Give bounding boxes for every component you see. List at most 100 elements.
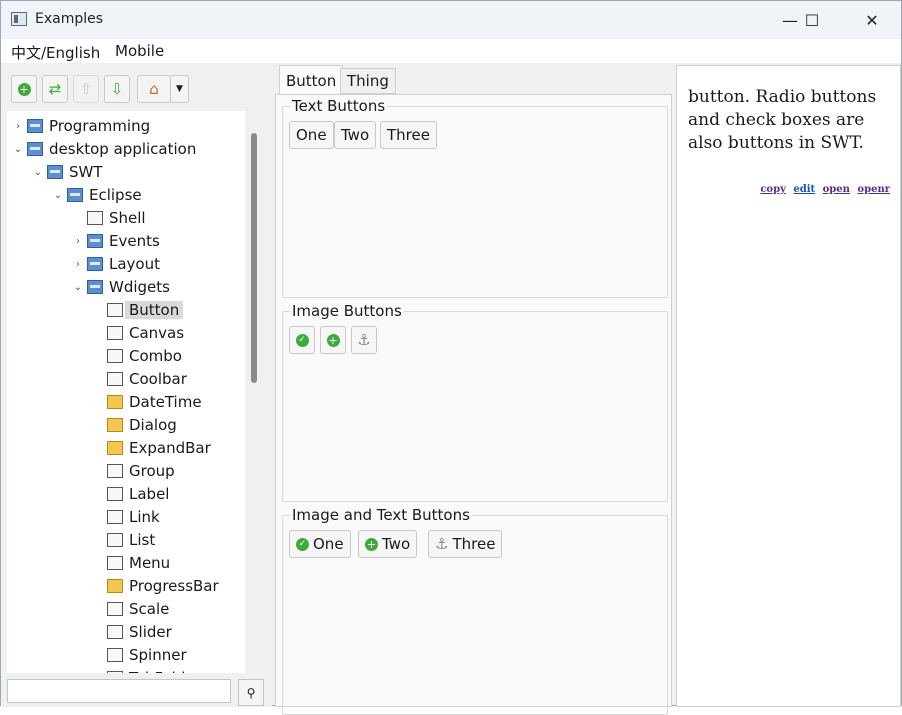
image-button-add[interactable]: + (320, 326, 346, 354)
widget-icon (107, 372, 123, 386)
tree-node[interactable]: ⌄ Wdigets (71, 276, 170, 298)
menu-language[interactable]: 中文/English (11, 42, 100, 63)
documentation-pane: button. Radio buttons and check boxes ar… (676, 65, 901, 707)
tree-node[interactable]: Combo (91, 345, 182, 367)
tab-button[interactable]: Button (279, 65, 344, 95)
up-arrow-icon: ⇧ (79, 80, 93, 98)
tree-node-label: SWT (69, 163, 103, 181)
widget-icon (107, 625, 123, 639)
tree-node-label: List (129, 531, 156, 549)
tree-node[interactable]: Scale (91, 598, 169, 620)
tree-node-label: DateTime (129, 393, 202, 411)
window-title: Examples (35, 11, 104, 27)
tree-node[interactable]: List (91, 529, 155, 551)
tree-node[interactable]: › Layout (71, 253, 160, 275)
tree-node-label: Events (109, 232, 160, 250)
check-icon: ✓ (295, 333, 309, 347)
home-dropdown-button[interactable]: ▼ (170, 75, 189, 103)
tree-node[interactable]: Dialog (91, 414, 177, 436)
tree-node[interactable]: Slider (91, 621, 172, 643)
collapse-chevron-icon[interactable]: ⌄ (51, 190, 65, 201)
tree-node[interactable]: Coolbar (91, 368, 187, 390)
navigation-pane: + ⇄ ⇧ ⇩ ⌂ ▼ › Programming ⌄ desktop applica… (1, 63, 272, 707)
tab-thing[interactable]: Thing (340, 68, 396, 94)
tree-node[interactable]: TabFolder (91, 667, 201, 673)
refresh-button[interactable]: ⇄ (42, 75, 68, 103)
tree-node[interactable]: Label (91, 483, 169, 505)
search-button[interactable]: ⚲ (238, 679, 264, 706)
down-arrow-icon: ⇩ (110, 80, 124, 98)
tree-node[interactable]: ⌄ SWT (31, 161, 103, 183)
html-page-icon (87, 257, 103, 271)
widget-icon (107, 533, 123, 547)
tree-node[interactable]: ⌄ desktop application (11, 138, 197, 160)
tree-node[interactable]: › Programming (11, 115, 150, 137)
tree-node-label: Scale (129, 600, 170, 618)
add-button[interactable]: + (11, 75, 37, 103)
tree-node-label: Programming (49, 117, 151, 135)
link-open[interactable]: open (823, 184, 850, 195)
tree-node[interactable]: Menu (91, 552, 170, 574)
image-text-button-three[interactable]: ⚓ Three (428, 530, 503, 558)
tree-node-label: Group (129, 462, 175, 480)
expand-chevron-icon[interactable]: › (71, 236, 85, 247)
dropdown-icon: ▼ (176, 84, 183, 94)
folder-icon (107, 441, 123, 455)
move-down-button[interactable]: ⇩ (104, 75, 130, 103)
tree-node[interactable]: ProgressBar (91, 575, 219, 597)
tree-node[interactable]: ⌄ Eclipse (51, 184, 142, 206)
tree-node[interactable]: Spinner (91, 644, 187, 666)
tab-panel: Text Buttons One Two Three Image Buttons… (275, 94, 672, 715)
tree-node-label: desktop application (49, 140, 197, 158)
text-button-two[interactable]: Two (334, 121, 377, 149)
tree-node-label: Eclipse (89, 186, 142, 204)
widget-pane: Button Thing Text Buttons One Two Three … (275, 65, 672, 715)
image-text-button-one[interactable]: ✓ One (289, 530, 351, 558)
maximize-button[interactable]: ☐ (789, 1, 835, 39)
collapse-chevron-icon[interactable]: ⌄ (71, 282, 85, 293)
tree-node[interactable]: Group (91, 460, 175, 482)
tree-node-label: Label (129, 485, 170, 503)
tree-node[interactable]: › Events (71, 230, 160, 252)
tree-node[interactable]: DateTime (91, 391, 202, 413)
expand-chevron-icon[interactable]: › (11, 121, 25, 132)
close-button[interactable]: ✕ (849, 1, 895, 39)
text-button-one[interactable]: One (289, 121, 334, 149)
tree-node[interactable]: Canvas (91, 322, 184, 344)
widget-icon (107, 349, 123, 363)
expand-chevron-icon[interactable]: › (71, 259, 85, 270)
search-input[interactable] (7, 679, 231, 703)
tree-node[interactable]: ExpandBar (91, 437, 211, 459)
tree-node[interactable]: Button (91, 299, 184, 321)
collapse-chevron-icon[interactable]: ⌄ (11, 144, 25, 155)
html-page-icon (27, 142, 43, 156)
image-button-check[interactable]: ✓ (289, 326, 315, 354)
group-text-buttons: Text Buttons One Two Three (282, 97, 668, 298)
widget-icon (107, 464, 123, 478)
image-text-button-two[interactable]: + Two (358, 530, 418, 558)
html-page-icon (67, 188, 83, 202)
topic-tree[interactable]: › Programming ⌄ desktop application ⌄ SWT ⌄ Ecl… (7, 111, 245, 673)
app-icon (11, 12, 27, 26)
widget-icon (107, 671, 123, 673)
link-openr[interactable]: openr (857, 184, 890, 195)
app-window: Examples — ☐ ✕ 中文/English Mobile + ⇄ ⇧ ⇩… (0, 0, 902, 715)
image-button-anchor[interactable]: ⚓ (351, 326, 377, 354)
tree-node-label: Wdigets (109, 278, 170, 296)
group-label: Image Buttons (290, 302, 404, 320)
move-up-button[interactable]: ⇧ (73, 75, 99, 103)
tree-node-label: ProgressBar (129, 577, 219, 595)
text-button-three[interactable]: Three (380, 121, 437, 149)
menu-mobile[interactable]: Mobile (115, 42, 164, 60)
group-label: Text Buttons (290, 97, 388, 115)
doc-text: button. Radio buttons and check boxes ar… (688, 87, 877, 153)
tree-node[interactable]: Link (91, 506, 160, 528)
button-label: Three (452, 535, 496, 553)
collapse-chevron-icon[interactable]: ⌄ (31, 167, 45, 178)
link-copy[interactable]: copy (760, 184, 786, 195)
tree-scrollbar[interactable] (251, 133, 257, 383)
link-edit[interactable]: edit (793, 184, 815, 195)
tree-node-label: Canvas (129, 324, 185, 342)
tree-node[interactable]: Shell (71, 207, 146, 229)
home-button[interactable]: ⌂ (137, 75, 171, 103)
